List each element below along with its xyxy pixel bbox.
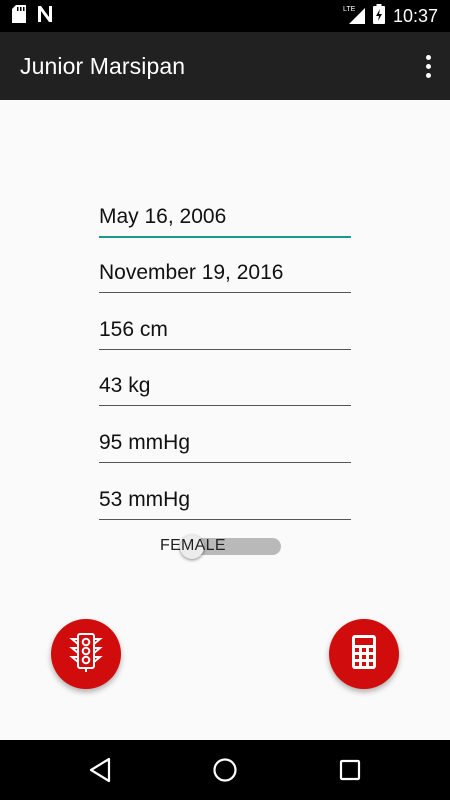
sex-switch[interactable]: FEMALE: [160, 535, 285, 559]
birth-date-input[interactable]: [99, 198, 351, 236]
measurement-date-input[interactable]: [99, 253, 351, 292]
status-time: 10:37: [392, 5, 438, 26]
network-type-label: LTE: [343, 6, 356, 13]
systolic-field[interactable]: [99, 423, 351, 463]
diastolic-field[interactable]: [99, 480, 351, 520]
traffic-light-button[interactable]: [51, 619, 121, 689]
systolic-input[interactable]: [99, 423, 351, 462]
battery-charging-icon: [372, 3, 385, 29]
notification-n-icon: [36, 5, 54, 28]
height-field[interactable]: [99, 310, 351, 350]
app-bar: Junior Marsipan: [0, 32, 450, 100]
measurement-date-field[interactable]: [99, 253, 351, 293]
calculator-button[interactable]: [329, 619, 399, 689]
navigation-bar: [0, 740, 450, 800]
lte-signal-icon: LTE: [343, 4, 365, 29]
weight-input[interactable]: [99, 366, 351, 405]
recents-icon[interactable]: [336, 756, 364, 784]
more-vert-icon[interactable]: [420, 50, 436, 82]
diastolic-input[interactable]: [99, 480, 351, 519]
app-title: Junior Marsipan: [20, 52, 186, 79]
sex-switch-label: FEMALE: [160, 537, 226, 554]
status-bar: LTE 10:37: [0, 0, 450, 32]
birth-date-field[interactable]: [99, 198, 351, 238]
home-icon[interactable]: [211, 756, 239, 784]
calculator-icon: [351, 634, 377, 675]
height-input[interactable]: [99, 310, 351, 349]
back-icon[interactable]: [86, 756, 114, 784]
weight-field[interactable]: [99, 366, 351, 406]
sd-card-icon: [12, 4, 26, 28]
main-content: FEMALE: [0, 100, 450, 740]
traffic-light-icon: [69, 632, 103, 677]
